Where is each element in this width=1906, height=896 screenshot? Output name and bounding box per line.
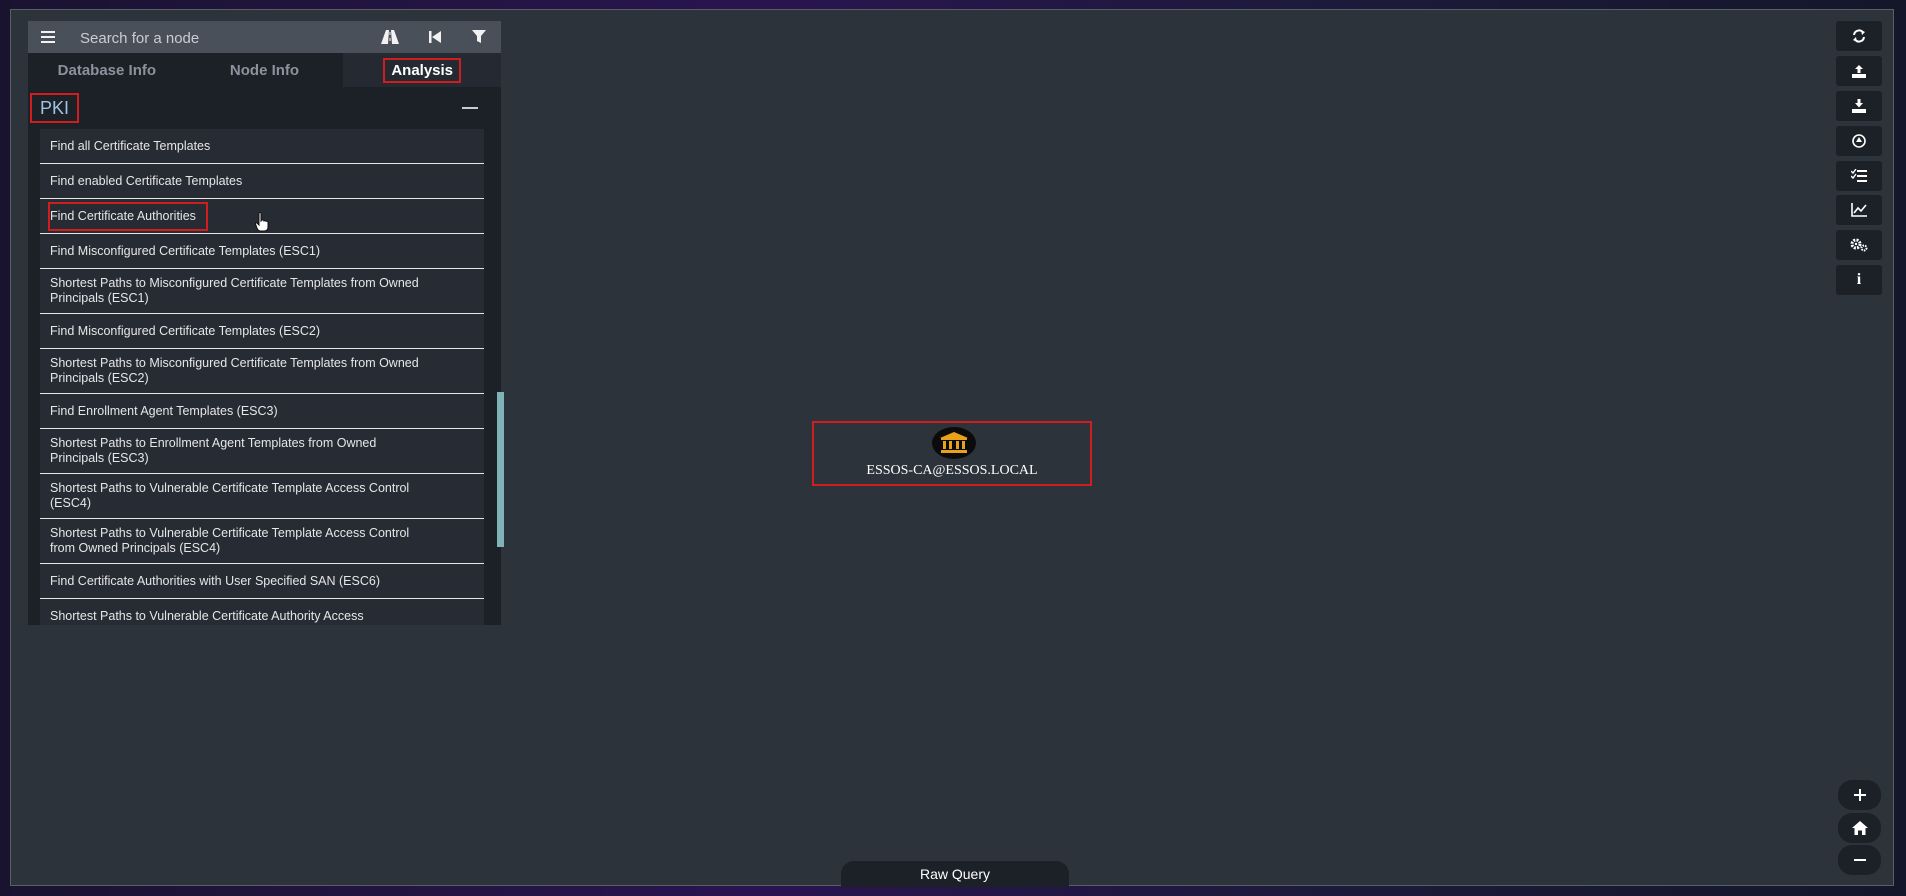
node-label: ESSOS-CA@ESSOS.LOCAL [866, 463, 1038, 478]
info-icon: i [1856, 271, 1862, 288]
tab-label: Node Info [229, 61, 300, 79]
query-label: Find Enrollment Agent Templates (ESC3) [50, 403, 278, 418]
view-button[interactable] [1836, 126, 1882, 156]
query-label: Shortest Paths to Vulnerable Certificate… [50, 481, 410, 510]
query-list[interactable]: Find all Certificate Templates Find enab… [40, 129, 484, 625]
refresh-icon [1853, 29, 1865, 43]
query-item[interactable]: Shortest Paths to Vulnerable Certificate… [40, 599, 484, 625]
query-label: Shortest Paths to Misconfigured Certific… [50, 276, 419, 305]
zoom-out-button[interactable] [1838, 845, 1881, 875]
menu-button[interactable] [28, 21, 68, 53]
query-item[interactable]: Shortest Paths to Vulnerable Certificate… [40, 519, 484, 564]
refresh-button[interactable] [1836, 21, 1882, 51]
search-panel: Database Info Node Info Analysis PKI Fin… [28, 21, 502, 625]
filter-icon [472, 30, 486, 43]
query-item[interactable]: Find Enrollment Agent Templates (ESC3) [40, 394, 484, 429]
query-label: Find Misconfigured Certificate Templates… [50, 323, 321, 338]
filter-button[interactable] [459, 21, 499, 53]
query-label: Shortest Paths to Vulnerable Certificate… [50, 608, 364, 623]
eye-icon [1852, 134, 1866, 148]
raw-query-label: Raw Query [919, 866, 991, 882]
hand-cursor-icon [254, 212, 269, 232]
pathfinding-button[interactable] [370, 21, 410, 53]
query-label: Find all Certificate Templates [50, 138, 211, 153]
panel-tabs: Database Info Node Info Analysis [28, 53, 502, 87]
search-bar [28, 21, 501, 53]
query-item[interactable]: Find Certificate Authorities with User S… [40, 564, 484, 599]
query-item[interactable]: Find enabled Certificate Templates [40, 164, 484, 199]
settings-icon [1850, 238, 1868, 252]
home-button[interactable] [1838, 813, 1881, 843]
chart-icon [1851, 203, 1867, 217]
bank-icon [932, 427, 976, 459]
download-icon [1852, 99, 1866, 113]
query-item[interactable]: Find all Certificate Templates [40, 129, 484, 164]
download-button[interactable] [1836, 91, 1882, 121]
zoom-in-icon [1853, 789, 1866, 801]
list-icon [1851, 169, 1867, 182]
query-label: Find Misconfigured Certificate Templates… [50, 243, 321, 258]
query-item[interactable]: Shortest Paths to Vulnerable Certificate… [40, 474, 484, 519]
info-button[interactable]: i [1836, 265, 1882, 295]
queries-button[interactable] [1836, 161, 1882, 191]
query-label: Find Certificate Authorities with User S… [50, 573, 380, 588]
query-label: Shortest Paths to Enrollment Agent Templ… [50, 436, 377, 465]
tab-node-info[interactable]: Node Info [186, 53, 344, 87]
step-backward-icon [429, 31, 441, 43]
query-list-scrollbar[interactable] [497, 392, 504, 547]
query-item[interactable]: Shortest Paths to Misconfigured Certific… [40, 269, 484, 314]
back-button[interactable] [415, 21, 455, 53]
road-icon [381, 30, 399, 44]
query-item[interactable]: Shortest Paths to Enrollment Agent Templ… [40, 429, 484, 474]
upload-icon [1852, 65, 1866, 78]
query-item[interactable]: Shortest Paths to Misconfigured Certific… [40, 349, 484, 394]
query-label: Find enabled Certificate Templates [50, 173, 243, 188]
upload-button[interactable] [1836, 56, 1882, 86]
home-icon [1851, 821, 1868, 835]
search-input[interactable] [78, 25, 382, 51]
tab-label: Analysis [383, 57, 462, 83]
pki-section-title: PKI [30, 93, 80, 123]
query-item[interactable]: Find Misconfigured Certificate Templates… [40, 234, 484, 269]
raw-query-toggle[interactable]: Raw Query [841, 861, 1069, 887]
tab-label: Database Info [57, 61, 157, 79]
statistics-button[interactable] [1836, 195, 1882, 225]
query-item[interactable]: Find Misconfigured Certificate Templates… [40, 314, 484, 349]
query-label: Find Certificate Authorities [48, 201, 208, 231]
graph-node-certificate-authority[interactable]: ESSOS-CA@ESSOS.LOCAL [812, 421, 1092, 486]
query-label: Shortest Paths to Misconfigured Certific… [50, 356, 419, 385]
zoom-in-button[interactable] [1838, 780, 1881, 810]
zoom-out-icon [1853, 859, 1866, 861]
hamburger-icon [41, 31, 55, 43]
tab-analysis[interactable]: Analysis [343, 53, 502, 87]
query-label: Shortest Paths to Vulnerable Certificate… [50, 526, 410, 555]
settings-button[interactable] [1836, 230, 1882, 260]
collapse-icon[interactable] [461, 99, 479, 117]
pki-section-header[interactable]: PKI [28, 91, 501, 129]
tab-database-info[interactable]: Database Info [28, 53, 186, 87]
